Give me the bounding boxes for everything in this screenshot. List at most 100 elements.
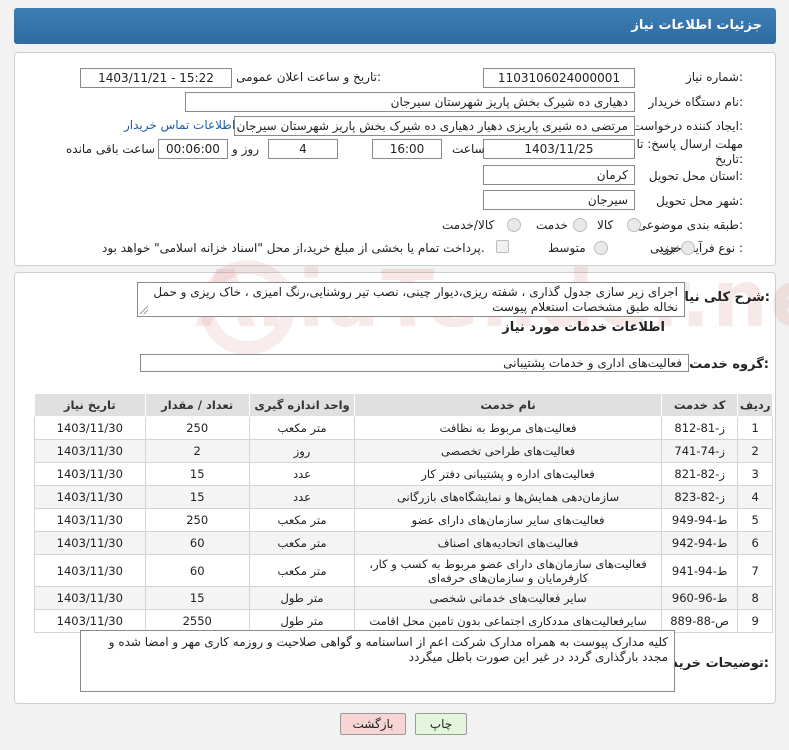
category-option-goods: کالا xyxy=(597,218,614,232)
row-code: ز-81-812 xyxy=(660,416,739,440)
table-header-row: ردیف کد خدمت نام خدمت واحد اندازه گیری ت… xyxy=(34,393,773,417)
need-number-label: شماره نیاز: xyxy=(685,70,743,84)
table-row: 2 ز-74-741 فعالیت‌های طراحی تخصصی روز 2 … xyxy=(34,439,773,463)
purchase-option-medium: متوسط xyxy=(548,241,586,255)
col-index: ردیف xyxy=(737,393,773,417)
row-qty: 60 xyxy=(144,531,250,555)
requester-label: ایجاد کننده درخواست: xyxy=(632,119,743,133)
announce-datetime-field[interactable]: 1403/11/21 - 15:22 xyxy=(80,68,232,88)
purchase-option-minor: جزیی xyxy=(650,241,678,255)
table-row: 1 ز-81-812 فعالیت‌های مربوط به نظافت متر… xyxy=(34,416,773,440)
row-qty: 2 xyxy=(144,439,250,463)
buyer-contact-link[interactable]: اطلاعات تماس خریدار xyxy=(124,118,235,132)
summary-text: اجرای زیر سازی جدول گذاری ، شفته ریزی،دی… xyxy=(153,285,678,314)
col-date: تاریخ نیاز xyxy=(34,393,146,417)
summary-label: شرح کلی نیاز: xyxy=(676,290,770,305)
purchase-radio-medium[interactable] xyxy=(594,241,608,255)
row-index: 7 xyxy=(737,554,773,587)
col-name: نام خدمت xyxy=(354,393,662,417)
table-row: 4 ز-82-823 سازمان‌دهی همایش‌ها و نمایشگا… xyxy=(34,485,773,509)
row-unit: متر طول xyxy=(248,586,356,610)
row-index: 6 xyxy=(737,531,773,555)
row-name: فعالیت‌های مربوط به نظافت xyxy=(354,416,662,440)
table-row: 6 ط-94-942 فعالیت‌های اتحادیه‌های اصناف … xyxy=(34,531,773,555)
row-code: ط-94-941 xyxy=(660,554,739,587)
table-row: 7 ط-94-941 فعالیت‌های سازمان‌های دارای ع… xyxy=(34,554,773,587)
deadline-time-label: ساعت xyxy=(452,142,485,156)
row-unit: عدد xyxy=(248,462,356,486)
services-section-title: اطلاعات خدمات مورد نیاز xyxy=(502,320,665,335)
row-name: سازمان‌دهی همایش‌ها و نمایشگاه‌های بازرگ… xyxy=(354,485,662,509)
need-number-field[interactable]: 1103106024000001 xyxy=(483,68,635,88)
category-radio-goods-service[interactable] xyxy=(507,218,521,232)
row-date: 1403/11/30 xyxy=(34,531,146,555)
announce-datetime-label: تاریخ و ساعت اعلان عمومی: xyxy=(236,70,381,84)
row-index: 3 xyxy=(737,462,773,486)
row-code: ط-94-942 xyxy=(660,531,739,555)
service-group-label: گروه خدمت: xyxy=(689,357,769,372)
buyer-notes-label: توضیحات خریدار: xyxy=(659,656,769,671)
row-date: 1403/11/30 xyxy=(34,416,146,440)
row-code: ز-74-741 xyxy=(660,439,739,463)
row-date: 1403/11/30 xyxy=(34,508,146,532)
row-unit: متر مکعب xyxy=(248,531,356,555)
row-unit: متر مکعب xyxy=(248,416,356,440)
summary-textarea[interactable]: اجرای زیر سازی جدول گذاری ، شفته ریزی،دی… xyxy=(137,282,685,317)
row-name: فعالیت‌های اتحادیه‌های اصناف xyxy=(354,531,662,555)
row-index: 2 xyxy=(737,439,773,463)
province-label: استان محل تحویل: xyxy=(648,169,743,183)
row-name: سایر فعالیت‌های خدماتی شخصی xyxy=(354,586,662,610)
deadline-time-field[interactable]: 16:00 xyxy=(372,139,442,159)
row-qty: 15 xyxy=(144,586,250,610)
row-unit: روز xyxy=(248,439,356,463)
category-radio-goods[interactable] xyxy=(627,218,641,232)
row-name: فعالیت‌های اداره و پشتیبانی دفتر کار xyxy=(354,462,662,486)
buyer-notes-text: کلیه مدارک پیوست به همراه مدارک شرکت اعم… xyxy=(108,635,668,664)
row-date: 1403/11/30 xyxy=(34,586,146,610)
row-code: ط-96-960 xyxy=(660,586,739,610)
table-row: 3 ز-82-821 فعالیت‌های اداره و پشتیبانی د… xyxy=(34,462,773,486)
category-radio-service[interactable] xyxy=(573,218,587,232)
row-code: ط-94-949 xyxy=(660,508,739,532)
requester-field[interactable]: مرتضی ده شیری پاریزی دهیار دهیاری ده شیر… xyxy=(234,116,635,136)
treasury-payment-checkbox[interactable] xyxy=(496,240,509,253)
buyer-org-field[interactable]: دهیاری ده شیرک بخش پاریز شهرستان سیرجان xyxy=(185,92,635,112)
row-date: 1403/11/30 xyxy=(34,554,146,587)
table-row: 5 ط-94-949 فعالیت‌های سایر سازمان‌های دا… xyxy=(34,508,773,532)
buyer-org-label: نام دستگاه خریدار: xyxy=(648,95,744,109)
row-index: 5 xyxy=(737,508,773,532)
resize-grip-icon[interactable] xyxy=(140,306,148,314)
purchase-radio-minor[interactable] xyxy=(681,241,695,255)
row-qty: 15 xyxy=(144,462,250,486)
row-code: ز-82-821 xyxy=(660,462,739,486)
province-field[interactable]: کرمان xyxy=(483,165,635,185)
table-row: 8 ط-96-960 سایر فعالیت‌های خدماتی شخصی م… xyxy=(34,586,773,610)
row-date: 1403/11/30 xyxy=(34,485,146,509)
category-label: طبقه بندی موضوعی: xyxy=(636,218,743,232)
row-index: 1 xyxy=(737,416,773,440)
days-remaining-field[interactable]: 4 xyxy=(268,139,338,159)
city-label: شهر محل تحویل: xyxy=(656,194,743,208)
row-code: ز-82-823 xyxy=(660,485,739,509)
page-title: جزئیات اطلاعات نیاز xyxy=(631,18,762,33)
deadline-date-field[interactable]: 1403/11/25 xyxy=(483,139,635,159)
remaining-time-field[interactable]: 00:06:00 xyxy=(158,139,228,159)
category-option-goods-service: کالا/خدمت xyxy=(442,218,495,232)
row-unit: متر مکعب xyxy=(248,508,356,532)
row-qty: 60 xyxy=(144,554,250,587)
row-qty: 15 xyxy=(144,485,250,509)
deadline-label: مهلت ارسال پاسخ: تا xyxy=(636,137,743,151)
back-button[interactable]: بازگشت xyxy=(340,713,406,735)
print-button[interactable]: چاپ xyxy=(415,713,467,735)
row-index: 4 xyxy=(737,485,773,509)
row-name: فعالیت‌های سازمان‌های دارای عضو مربوط به… xyxy=(354,554,662,587)
col-unit: واحد اندازه گیری xyxy=(248,393,356,417)
category-option-service: خدمت xyxy=(536,218,568,232)
row-index: 8 xyxy=(737,586,773,610)
service-group-field[interactable]: فعالیت‌های اداری و خدمات پشتیبانی xyxy=(140,354,689,372)
city-field[interactable]: سیرجان xyxy=(483,190,635,210)
row-name: فعالیت‌های طراحی تخصصی xyxy=(354,439,662,463)
row-qty: 250 xyxy=(144,508,250,532)
treasury-payment-note: پرداخت تمام یا بخشی از مبلغ خرید،از محل … xyxy=(102,241,485,255)
buyer-notes-textarea[interactable]: کلیه مدارک پیوست به همراه مدارک شرکت اعم… xyxy=(80,630,675,692)
